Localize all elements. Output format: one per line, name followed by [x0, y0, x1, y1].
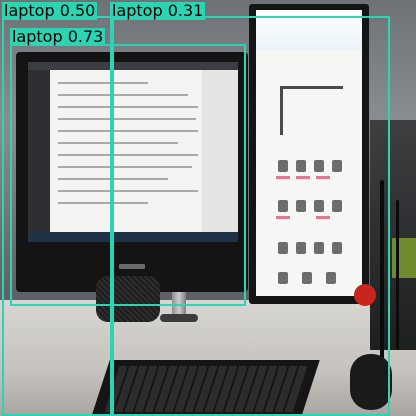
detection-label-2: laptop 0.73	[10, 27, 106, 46]
detection-label-1: laptop 0.31	[110, 1, 206, 20]
cable	[396, 200, 399, 350]
detection-box-2	[10, 44, 246, 306]
detection-label-0: laptop 0.50	[2, 1, 98, 20]
photo-scene: laptop 0.50 laptop 0.31 laptop 0.73	[0, 0, 416, 416]
